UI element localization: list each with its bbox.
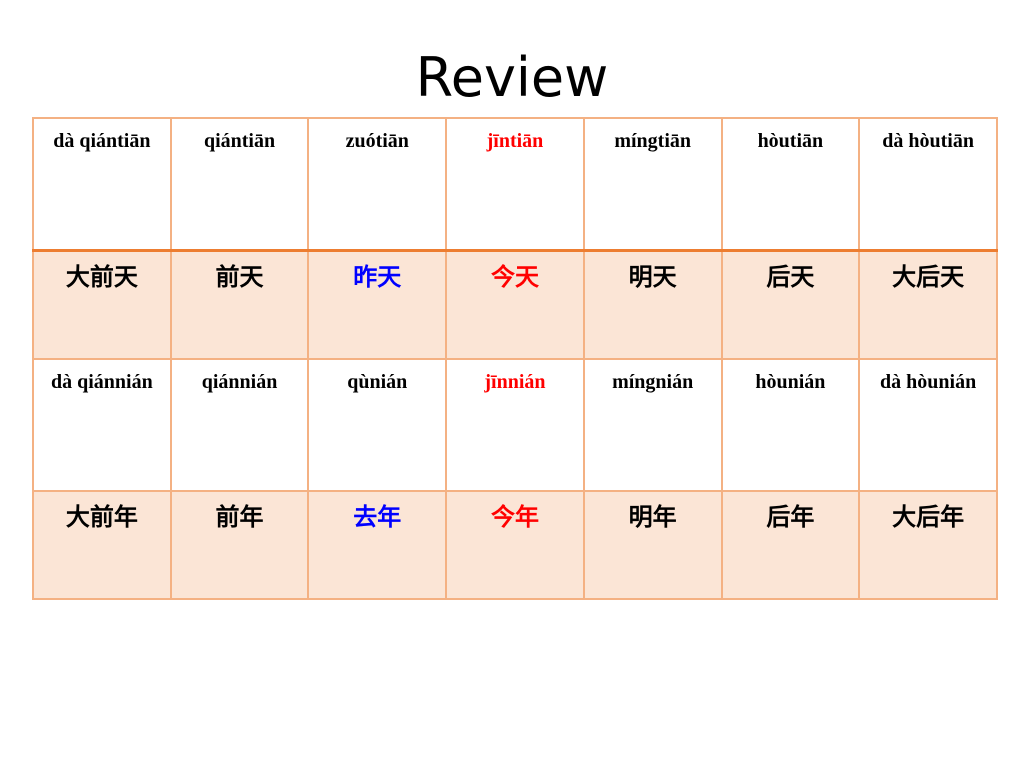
cell-text: hòutiān <box>757 130 824 152</box>
cell-text: hòunián <box>755 371 826 393</box>
cell-text: 前天 <box>215 263 264 291</box>
table-cell: 前年 <box>169 490 310 600</box>
cell-text: qùnián <box>347 371 408 393</box>
cell-text: dà hòutiān <box>882 130 974 152</box>
table-cell: 明天 <box>582 249 723 360</box>
table-cell: jīnnián <box>445 358 585 492</box>
cell-text: qiánnián <box>201 371 278 393</box>
cell-text: jīntiān <box>486 130 544 152</box>
cell-text: dà qiánnián <box>50 371 153 393</box>
table-cell: 大后天 <box>858 249 998 360</box>
cell-text: 明年 <box>628 503 677 531</box>
table-cell: 前天 <box>169 249 310 360</box>
table-row-year-hanzi: 大前年 前年 去年 今年 明年 后年 大后年 <box>32 490 998 600</box>
review-table: dà qiántiān qiántiān zuótiān jīntiān mín… <box>32 117 998 600</box>
table-cell: 昨天 <box>307 249 448 360</box>
table-cell: zuótiān <box>307 117 448 252</box>
table-cell: 明年 <box>582 490 723 600</box>
table-cell: 后天 <box>720 249 861 360</box>
table-cell: dà qiánnián <box>32 358 172 492</box>
table-cell: 大前天 <box>32 249 172 360</box>
table-cell: 去年 <box>307 490 448 600</box>
cell-text: 去年 <box>353 503 402 531</box>
table-row-day-pinyin: dà qiántiān qiántiān zuótiān jīntiān mín… <box>32 117 998 252</box>
table-cell: hòunián <box>720 358 861 492</box>
table-cell: míngnián <box>582 358 723 492</box>
table-row-year-pinyin: dà qiánnián qiánnián qùnián jīnnián míng… <box>32 358 998 492</box>
table-cell: dà hòutiān <box>858 117 998 252</box>
cell-text: 大前天 <box>65 263 138 291</box>
cell-text: 前年 <box>215 503 264 531</box>
table-cell: 大前年 <box>32 490 172 600</box>
cell-text: jīnnián <box>484 371 546 393</box>
cell-text: 大前年 <box>65 503 138 531</box>
slide: Review dà qiántiān qiántiān zuótiān jīnt… <box>0 0 1024 768</box>
cell-text: 今年 <box>490 503 539 531</box>
cell-text: zuótiān <box>345 130 409 152</box>
table-cell: hòutiān <box>720 117 861 252</box>
table-cell: qùnián <box>307 358 448 492</box>
cell-text: míngnián <box>612 371 694 393</box>
cell-text: dà qiántiān <box>53 130 151 152</box>
table-cell: 今年 <box>445 490 585 600</box>
cell-text: 大后天 <box>892 263 965 291</box>
table-cell: dà qiántiān <box>32 117 172 252</box>
cell-text: míngtiān <box>614 130 691 152</box>
table-cell: jīntiān <box>445 117 585 252</box>
cell-text: 后天 <box>766 263 815 291</box>
table-cell: dà hòunián <box>858 358 998 492</box>
cell-text: 大后年 <box>892 503 965 531</box>
cell-text: 今天 <box>490 263 539 291</box>
table-cell: míngtiān <box>582 117 723 252</box>
table-cell: qiántiān <box>169 117 310 252</box>
cell-text: 昨天 <box>353 263 402 291</box>
table-row-day-hanzi: 大前天 前天 昨天 今天 明天 后天 大后天 <box>32 249 998 360</box>
table-cell: 后年 <box>720 490 861 600</box>
cell-text: 后年 <box>766 503 815 531</box>
slide-title: Review <box>415 46 609 109</box>
table-cell: 今天 <box>445 249 585 360</box>
cell-text: 明天 <box>628 263 677 291</box>
table-cell: 大后年 <box>858 490 998 600</box>
table-cell: qiánnián <box>169 358 310 492</box>
cell-text: qiántiān <box>203 130 276 152</box>
cell-text: dà hòunián <box>880 371 977 393</box>
